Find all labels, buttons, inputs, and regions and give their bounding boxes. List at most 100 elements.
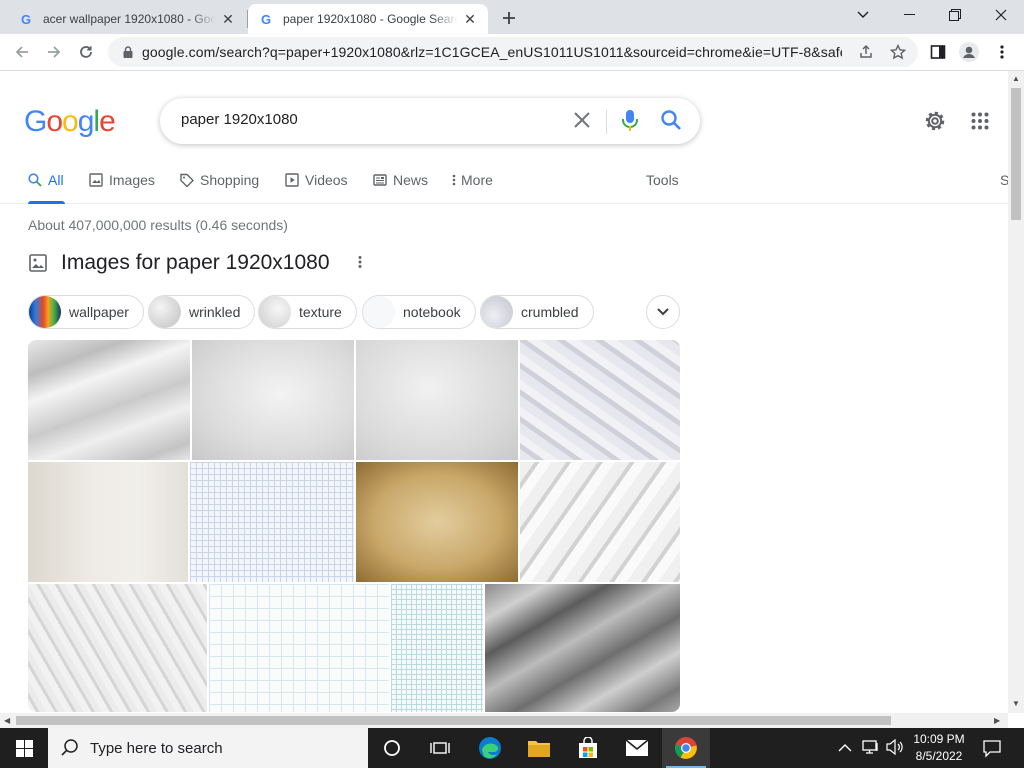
image-result[interactable] [391, 584, 483, 712]
clock-date: 8/5/2022 [915, 749, 963, 763]
chip-crumbled[interactable]: crumbled [480, 295, 594, 329]
tab-videos[interactable]: Videos [285, 172, 348, 204]
image-result[interactable] [190, 462, 354, 582]
image-result[interactable] [520, 340, 680, 460]
voice-search-button[interactable] [620, 109, 640, 138]
google-apps-button[interactable] [971, 112, 989, 135]
horizontal-scrollbar[interactable]: ◀ ▶ [0, 713, 1008, 728]
reload-button[interactable] [72, 38, 100, 66]
scrollbar-thumb[interactable] [1011, 88, 1021, 220]
arrow-left-icon [15, 46, 28, 58]
address-bar[interactable]: google.com/search?q=paper+1920x1080&rlz=… [108, 37, 918, 67]
scroll-left-arrow-icon[interactable]: ◀ [4, 716, 10, 725]
tab-shopping[interactable]: Shopping [180, 172, 259, 204]
image-result[interactable] [28, 340, 190, 460]
minimize-button[interactable] [886, 0, 932, 30]
store-taskbar-icon[interactable] [564, 728, 612, 768]
settings-button[interactable] [922, 108, 948, 139]
safesearch-button-cutoff[interactable]: S [1000, 172, 1008, 204]
chip-label: notebook [403, 304, 461, 320]
google-logo[interactable]: Google [24, 105, 116, 139]
scrollbar-thumb[interactable] [16, 716, 891, 725]
restore-icon [949, 9, 961, 21]
close-tab-icon[interactable]: ✕ [462, 11, 478, 27]
chip-wrinkled[interactable]: wrinkled [148, 295, 256, 329]
mail-taskbar-icon[interactable] [613, 728, 661, 768]
chips-next-button[interactable] [646, 295, 680, 329]
tab-more[interactable]: More [452, 172, 493, 204]
images-section-title[interactable]: Images for paper 1920x1080 [61, 251, 330, 275]
task-view-button[interactable] [416, 728, 464, 768]
url-text: google.com/search?q=paper+1920x1080&rlz=… [142, 44, 842, 60]
clear-search-button[interactable] [570, 108, 594, 132]
new-tab-button[interactable] [498, 7, 520, 29]
image-result[interactable] [520, 462, 680, 582]
taskbar-search-box[interactable]: Type here to search [48, 728, 368, 768]
network-tray-button[interactable] [862, 739, 880, 760]
chip-texture[interactable]: texture [258, 295, 357, 329]
result-stats: About 407,000,000 results (0.46 seconds) [28, 217, 288, 233]
forward-button[interactable] [40, 38, 68, 66]
image-result[interactable] [485, 584, 680, 712]
tab-news[interactable]: News [373, 172, 428, 204]
taskbar-search-placeholder: Type here to search [90, 739, 223, 757]
apps-grid-icon [971, 112, 989, 130]
scroll-right-arrow-icon[interactable]: ▶ [994, 716, 1000, 725]
back-button[interactable] [8, 38, 36, 66]
profile-button[interactable] [955, 38, 983, 66]
speaker-icon [886, 738, 903, 756]
tab-label: More [461, 172, 493, 188]
image-result[interactable] [28, 584, 207, 712]
tab-acer-wallpaper[interactable]: G acer wallpaper 1920x1080 - Goo ✕ [8, 4, 246, 34]
tab-label: News [393, 172, 429, 188]
chip-thumbnail [259, 296, 291, 328]
tab-title: paper 1920x1080 - Google Searc [283, 12, 458, 26]
share-button[interactable] [852, 38, 880, 66]
close-window-button[interactable] [978, 0, 1024, 30]
tab-label: Videos [305, 172, 348, 188]
chip-notebook[interactable]: notebook [362, 295, 476, 329]
image-result[interactable] [356, 340, 518, 460]
edge-taskbar-icon[interactable] [466, 728, 514, 768]
image-result[interactable] [209, 584, 389, 712]
chrome-menu-button[interactable] [988, 38, 1016, 66]
tab-images[interactable]: Images [89, 172, 155, 204]
scroll-down-arrow-icon[interactable]: ▼ [1012, 699, 1020, 708]
chip-wallpaper[interactable]: wallpaper [28, 295, 144, 329]
start-button[interactable] [0, 728, 48, 768]
search-button[interactable] [660, 109, 682, 136]
scroll-up-arrow-icon[interactable]: ▲ [1012, 74, 1020, 83]
tab-search-button[interactable] [840, 0, 886, 30]
image-result[interactable] [356, 462, 518, 582]
windows-logo-icon [15, 739, 33, 757]
folder-icon [528, 741, 550, 757]
search-input[interactable]: paper 1920x1080 [181, 111, 298, 128]
search-icon [28, 173, 42, 187]
bookmark-button[interactable] [884, 38, 912, 66]
chip-thumbnail [481, 296, 513, 328]
tools-button[interactable]: Tools [646, 172, 679, 204]
taskbar-clock[interactable]: 10:09 PM 8/5/2022 [907, 731, 971, 765]
tools-label: Tools [646, 172, 679, 188]
cortana-button[interactable] [368, 728, 416, 768]
tab-paper[interactable]: G paper 1920x1080 - Google Searc ✕ [248, 4, 488, 34]
image-result[interactable] [192, 340, 354, 460]
side-panel-button[interactable] [924, 38, 952, 66]
lock-icon[interactable] [120, 46, 136, 58]
vertical-scrollbar[interactable]: ▲ ▼ [1008, 71, 1024, 713]
close-tab-icon[interactable]: ✕ [220, 11, 236, 27]
tab-all[interactable]: All [28, 172, 65, 204]
file-explorer-taskbar-icon[interactable] [515, 728, 563, 768]
chip-label: wallpaper [69, 304, 129, 320]
chrome-taskbar-icon[interactable] [662, 728, 710, 768]
image-result[interactable] [28, 462, 188, 582]
tab-label: All [48, 172, 64, 188]
search-box[interactable]: paper 1920x1080 [160, 98, 700, 144]
images-more-options-button[interactable] [358, 253, 362, 274]
image-icon [29, 254, 47, 272]
notifications-button[interactable] [982, 738, 1002, 763]
chip-thumbnail [149, 296, 181, 328]
show-hidden-icons-button[interactable] [838, 740, 852, 758]
volume-tray-button[interactable] [886, 738, 904, 760]
restore-button[interactable] [932, 0, 978, 30]
